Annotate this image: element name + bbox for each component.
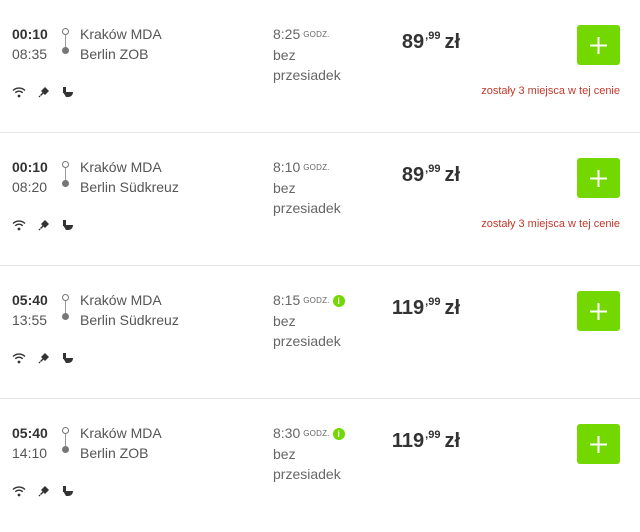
duration-value: 8:10 bbox=[273, 159, 301, 175]
power-plug-icon bbox=[38, 220, 49, 231]
departure-station: Kraków MDA bbox=[80, 159, 162, 175]
toilet-icon bbox=[63, 486, 73, 496]
power-plug-icon bbox=[38, 486, 49, 497]
wifi-icon bbox=[12, 486, 26, 497]
duration-unit: GODZ. bbox=[303, 30, 330, 39]
arrival-time: 14:10 bbox=[12, 445, 48, 461]
plus-icon bbox=[590, 303, 607, 320]
toilet-icon bbox=[63, 353, 73, 363]
duration: 8:25 GODZ. bez przesiadek bbox=[273, 24, 363, 85]
add-to-cart-button[interactable] bbox=[577, 25, 620, 65]
connection-row[interactable]: 00:10 08:35 Kraków MDA Berlin ZOB 8:25 GO… bbox=[0, 0, 640, 133]
duration: 8:10 GODZ. bez przesiadek bbox=[273, 157, 363, 218]
toilet-icon bbox=[63, 220, 73, 230]
price: 119,99 zł bbox=[392, 429, 460, 453]
duration-unit: GODZ. bbox=[303, 296, 330, 305]
stations: Kraków MDA Berlin ZOB bbox=[80, 24, 162, 64]
transfers-label-2: przesiadek bbox=[273, 67, 341, 83]
stations: Kraków MDA Berlin ZOB bbox=[80, 423, 162, 463]
power-plug-icon bbox=[38, 353, 49, 364]
plus-icon bbox=[590, 170, 607, 187]
plus-icon bbox=[590, 436, 607, 453]
seats-warning: zostały 3 miejsca w tej cenie bbox=[481, 218, 620, 230]
times: 05:40 13:55 bbox=[12, 290, 48, 330]
arrival-station: Berlin Südkreuz bbox=[80, 312, 179, 328]
price: 89,99 zł bbox=[402, 30, 460, 54]
transfers-label: bez bbox=[273, 313, 296, 329]
departure-time: 00:10 bbox=[12, 26, 48, 42]
connections-list: 00:10 08:35 Kraków MDA Berlin ZOB 8:25 GO… bbox=[0, 0, 640, 532]
price-main: 119 bbox=[391, 430, 425, 452]
currency: zł bbox=[444, 430, 460, 452]
connection-row[interactable]: 05:40 14:10 Kraków MDA Berlin ZOB 8:30 GO… bbox=[0, 399, 640, 532]
add-to-cart-button[interactable] bbox=[577, 424, 620, 464]
duration-value: 8:15 bbox=[273, 292, 301, 308]
arrival-station: Berlin ZOB bbox=[80, 445, 149, 461]
transfers-label-2: przesiadek bbox=[273, 466, 341, 482]
amenities bbox=[12, 352, 74, 364]
departure-station: Kraków MDA bbox=[80, 26, 162, 42]
arrival-station: Berlin ZOB bbox=[80, 46, 149, 62]
duration-unit: GODZ. bbox=[303, 163, 330, 172]
currency: zł bbox=[444, 164, 460, 186]
arrival-station: Berlin Südkreuz bbox=[80, 179, 179, 195]
price-decimal: ,99 bbox=[425, 30, 441, 42]
add-to-cart-button[interactable] bbox=[577, 291, 620, 331]
amenities bbox=[12, 219, 74, 231]
route-line-icon bbox=[60, 427, 72, 455]
stations: Kraków MDA Berlin Südkreuz bbox=[80, 290, 179, 330]
departure-time: 05:40 bbox=[12, 425, 48, 441]
duration-value: 8:30 bbox=[273, 425, 301, 441]
times: 00:10 08:35 bbox=[12, 24, 48, 64]
currency: zł bbox=[444, 297, 460, 319]
route-line-icon bbox=[60, 28, 72, 56]
arrival-time: 08:35 bbox=[12, 46, 48, 62]
transfers-label-2: przesiadek bbox=[273, 333, 341, 349]
toilet-icon bbox=[63, 87, 73, 97]
duration: 8:15 GODZ. i bez przesiadek bbox=[273, 290, 363, 351]
transfers-label-2: przesiadek bbox=[273, 200, 341, 216]
add-to-cart-button[interactable] bbox=[577, 158, 620, 198]
wifi-icon bbox=[12, 353, 26, 364]
arrival-time: 13:55 bbox=[12, 312, 48, 328]
info-icon[interactable]: i bbox=[332, 428, 345, 440]
times: 05:40 14:10 bbox=[12, 423, 48, 463]
seats-warning: zostały 3 miejsca w tej cenie bbox=[481, 85, 620, 97]
transfers-label: bez bbox=[273, 446, 296, 462]
departure-time: 00:10 bbox=[12, 159, 48, 175]
duration-value: 8:25 bbox=[273, 26, 301, 42]
amenities bbox=[12, 86, 74, 98]
plus-icon bbox=[590, 37, 607, 54]
amenities bbox=[12, 485, 74, 497]
price-main: 89 bbox=[401, 31, 425, 53]
price-main: 119 bbox=[391, 297, 425, 319]
duration-unit: GODZ. bbox=[303, 429, 330, 438]
info-icon[interactable]: i bbox=[332, 295, 345, 307]
stations: Kraków MDA Berlin Südkreuz bbox=[80, 157, 179, 197]
wifi-icon bbox=[12, 87, 26, 98]
price-decimal: ,99 bbox=[425, 296, 441, 308]
transfers-label: bez bbox=[273, 180, 296, 196]
price-main: 89 bbox=[401, 164, 425, 186]
arrival-time: 08:20 bbox=[12, 179, 48, 195]
departure-station: Kraków MDA bbox=[80, 425, 162, 441]
transfers-label: bez bbox=[273, 47, 296, 63]
price-decimal: ,99 bbox=[425, 429, 441, 441]
route-line-icon bbox=[60, 161, 72, 189]
duration: 8:30 GODZ. i bez przesiadek bbox=[273, 423, 363, 484]
departure-time: 05:40 bbox=[12, 292, 48, 308]
times: 00:10 08:20 bbox=[12, 157, 48, 197]
price: 119,99 zł bbox=[392, 296, 460, 320]
currency: zł bbox=[444, 31, 460, 53]
departure-station: Kraków MDA bbox=[80, 292, 162, 308]
route-line-icon bbox=[60, 294, 72, 322]
connection-row[interactable]: 05:40 13:55 Kraków MDA Berlin Südkreuz 8… bbox=[0, 266, 640, 399]
price-decimal: ,99 bbox=[425, 163, 441, 175]
price: 89,99 zł bbox=[402, 163, 460, 187]
wifi-icon bbox=[12, 220, 26, 231]
power-plug-icon bbox=[38, 87, 49, 98]
connection-row[interactable]: 00:10 08:20 Kraków MDA Berlin Südkreuz 8… bbox=[0, 133, 640, 266]
